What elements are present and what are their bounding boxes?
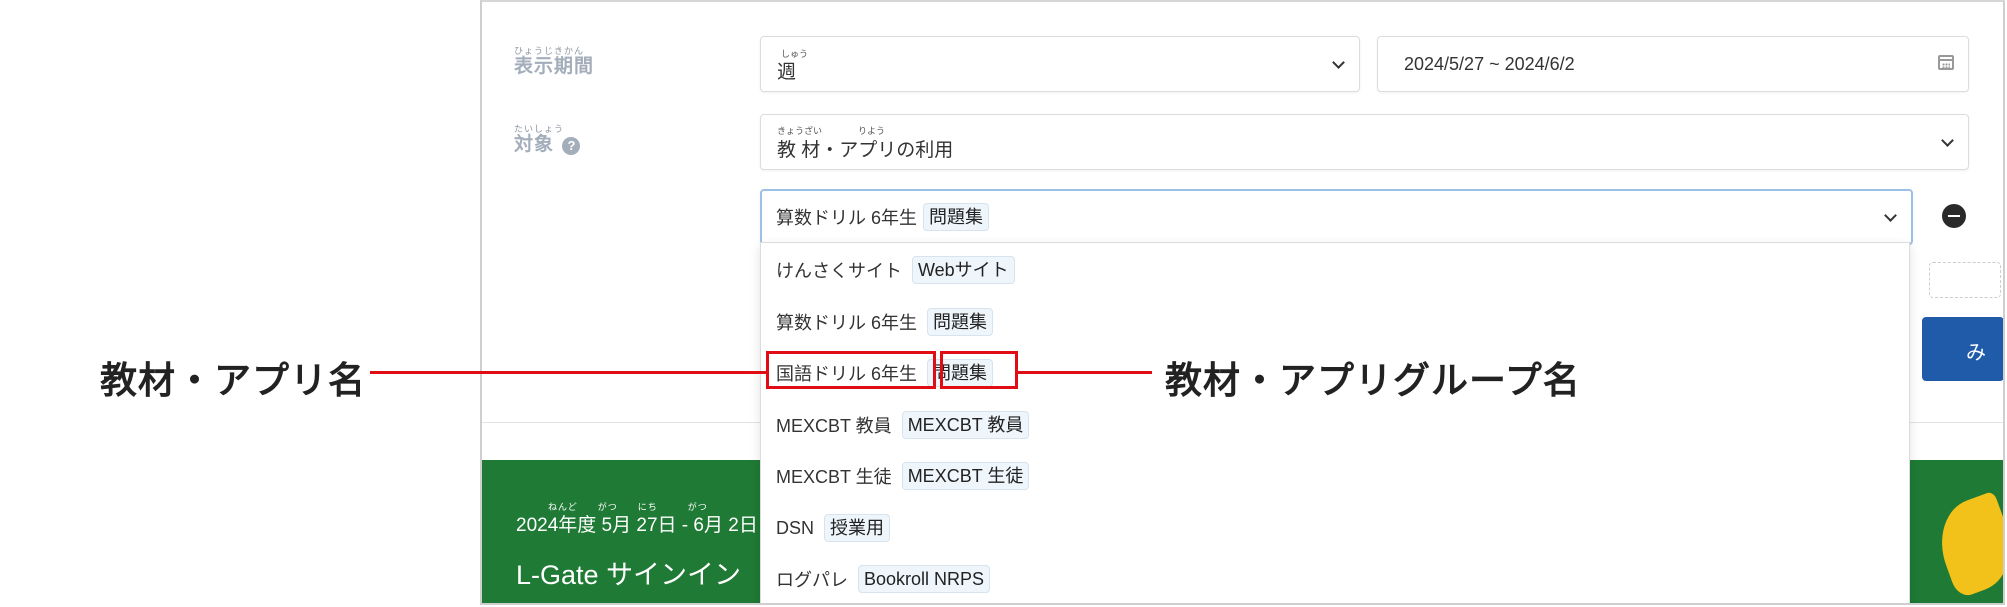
target-select-value: 教 材・アプリの利用: [777, 140, 954, 161]
option-tag: 問題集: [927, 308, 994, 336]
list-item[interactable]: DSN 授業用: [776, 508, 891, 548]
option-tag: MEXCBT 生徒: [901, 462, 1030, 490]
option-tag: 授業用: [824, 514, 891, 542]
banner-date: 2024年度 5月 27日 - 6月 2日: [516, 515, 758, 536]
option-tag: MEXCBT 教員: [901, 411, 1030, 439]
app-dropdown-list[interactable]: けんさくサイト Webサイト 算数ドリル 6年生 問題集 国語ドリル 6年生 問…: [760, 242, 1910, 603]
question-circle-icon[interactable]: ?: [562, 136, 581, 155]
app-select-name: 算数ドリル 6年生: [776, 208, 918, 228]
list-item[interactable]: ログパレ Bookroll NRPS: [776, 559, 991, 599]
period-select[interactable]: しゅう 週: [760, 36, 1360, 92]
callout-line-left: [370, 371, 766, 374]
list-item[interactable]: MEXCBT 生徒 MEXCBT 生徒: [776, 456, 1030, 496]
target-select[interactable]: きょうざい りよう 教 材・アプリの利用: [760, 114, 1969, 170]
date-range-input[interactable]: 2024/5/27 ~ 2024/6/2: [1377, 36, 1969, 92]
app-select[interactable]: 算数ドリル 6年生 問題集: [760, 189, 1913, 245]
callout-line-right: [1018, 371, 1152, 374]
period-label-text: 表示期間: [514, 56, 595, 77]
callout-group-name: 教材・アプリグループ名: [1165, 359, 1581, 402]
chevron-down-icon: [1884, 209, 1897, 222]
highlight-app-name: [766, 351, 936, 389]
submit-button[interactable]: み: [1922, 317, 2003, 381]
chevron-down-icon: [1941, 134, 1954, 147]
option-name: 算数ドリル 6年生: [776, 313, 918, 333]
date-range-value: 2024/5/27 ~ 2024/6/2: [1404, 54, 1575, 74]
list-item[interactable]: 算数ドリル 6年生 問題集: [776, 302, 994, 342]
option-name: MEXCBT 教員: [776, 416, 892, 436]
chevron-down-icon: [1332, 56, 1345, 69]
option-name: DSN: [776, 517, 815, 538]
filter-panel: ひょうじきかん 表示期間 しゅう 週 2024/5/27 ~ 2024/6/2 …: [480, 0, 2005, 605]
banner-title: L-Gate サインイン: [516, 560, 742, 590]
option-name: MEXCBT 生徒: [776, 467, 892, 487]
list-item[interactable]: けんさくサイト Webサイト: [776, 250, 1015, 290]
option-name: ログパレ: [776, 570, 848, 590]
target-label: たいしょう 対象 ?: [514, 124, 581, 156]
ginkgo-leaf-icon: [1927, 490, 2003, 600]
calendar-icon[interactable]: [1938, 55, 1954, 70]
submit-button-label: み: [1966, 342, 1986, 364]
option-name: けんさくサイト: [776, 261, 902, 281]
period-label-ruby: ひょうじきかん: [514, 46, 585, 56]
target-label-text: 対象: [514, 134, 555, 155]
add-placeholder[interactable]: [1929, 262, 2001, 298]
period-select-value: 週: [777, 62, 797, 83]
highlight-group-name: [940, 351, 1018, 389]
option-tag: Webサイト: [912, 256, 1015, 284]
remove-circle-icon[interactable]: [1942, 204, 1966, 228]
option-tag: Bookroll NRPS: [858, 565, 991, 593]
callout-app-name: 教材・アプリ名: [100, 359, 366, 402]
period-label: ひょうじきかん 表示期間: [514, 46, 594, 78]
app-select-tag: 問題集: [923, 203, 990, 231]
target-label-ruby: たいしょう: [514, 124, 565, 134]
list-item[interactable]: MEXCBT 教員 MEXCBT 教員: [776, 405, 1030, 445]
